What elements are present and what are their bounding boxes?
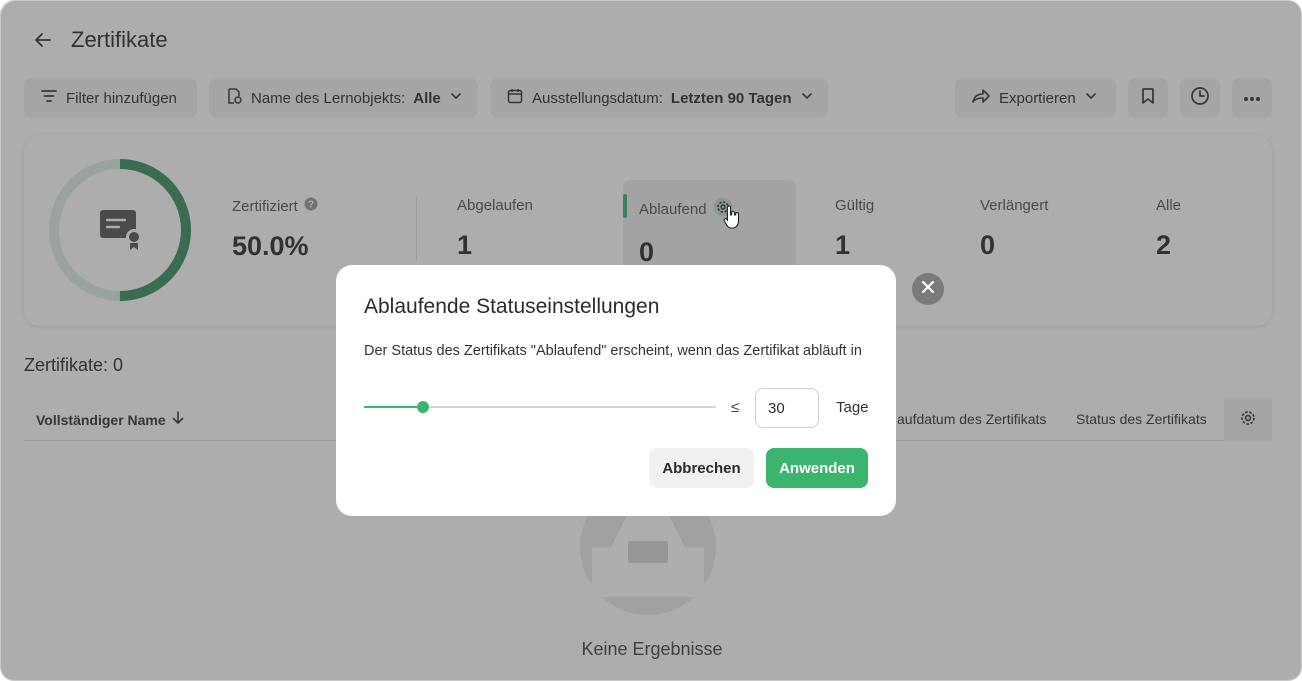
app-window: Zertifikate Filter hinzufügen Name des L…: [0, 0, 1302, 681]
slider-thumb[interactable]: [417, 401, 430, 413]
days-input[interactable]: [755, 388, 819, 428]
dialog-title: Ablaufende Statuseinstellungen: [364, 295, 660, 318]
less-or-equal-sign: ≤: [731, 399, 740, 416]
apply-button[interactable]: Anwenden: [766, 448, 868, 488]
cancel-button[interactable]: Abbrechen: [649, 448, 754, 488]
expiring-status-settings-dialog: Ablaufende Statuseinstellungen Der Statu…: [336, 265, 896, 516]
days-slider[interactable]: [364, 396, 716, 418]
slider-fill: [364, 406, 424, 408]
hand-cursor-icon: [723, 204, 741, 230]
close-dialog-button[interactable]: [912, 273, 944, 305]
close-icon: [921, 280, 935, 299]
days-unit-label: Tage: [836, 399, 869, 416]
dialog-description: Der Status des Zertifikats "Ablaufend" e…: [364, 343, 862, 359]
